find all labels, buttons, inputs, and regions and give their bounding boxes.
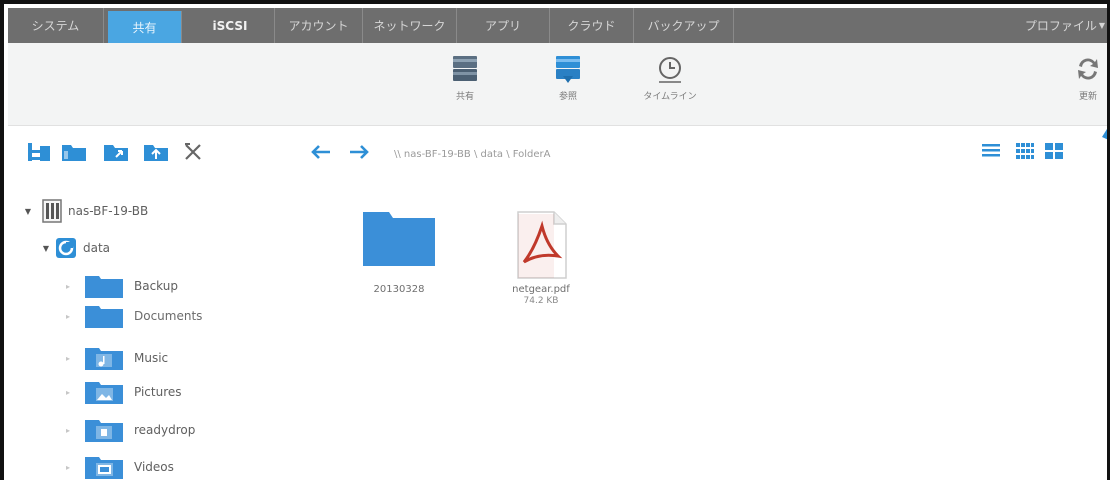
tree-node-videos[interactable]: ▸ Videos (62, 452, 174, 480)
upload-icon[interactable] (1102, 127, 1110, 147)
timeline-button[interactable]: タイムライン (638, 54, 702, 102)
pictures-folder-icon (85, 382, 123, 404)
folder-icon (85, 306, 123, 328)
tree-label-data: data (83, 241, 111, 255)
folder-move-icon[interactable] (102, 141, 130, 163)
tree-node-readydrop[interactable]: ▸ readydrop (62, 415, 195, 445)
expand-arrow-icon[interactable]: ▸ (62, 354, 74, 363)
tree-node-root[interactable]: ▼ nas-BF-19-BB (22, 196, 148, 226)
tab-network[interactable]: ネットワーク (363, 8, 457, 43)
path-breadcrumb[interactable]: \\ nas-BF-19-BB \ data \ FolderA (394, 149, 550, 160)
expand-arrow-icon[interactable]: ▸ (62, 426, 74, 435)
tree-label-readydrop: readydrop (134, 423, 196, 437)
folder-icon[interactable] (60, 141, 88, 163)
profile-label: プロファイル (1024, 19, 1097, 33)
tree-node-backup[interactable]: ▸ Backup (62, 271, 178, 301)
tree-label-pictures: Pictures (134, 385, 182, 399)
tree-label-root: nas-BF-19-BB (68, 204, 149, 218)
volume-icon (56, 238, 76, 258)
tree-node-volume-data[interactable]: ▼ data (40, 233, 110, 263)
tab-iscsi[interactable]: iSCSI (186, 8, 275, 43)
tree-label-videos: Videos (134, 460, 174, 474)
browse-label: 参照 (558, 92, 577, 102)
tree-node-music[interactable]: ▸ Music (62, 343, 168, 373)
close-icon[interactable] (182, 141, 204, 163)
main-toolbar: 共有 参照 タイムライン 更新 (8, 43, 1107, 126)
tree-toggle-icon[interactable] (26, 141, 52, 163)
back-arrow-icon[interactable] (310, 144, 332, 160)
tree-node-pictures[interactable]: ▸ Pictures (62, 377, 182, 407)
tab-system[interactable]: システム (8, 8, 104, 43)
expand-arrow-icon[interactable]: ▸ (62, 282, 74, 291)
expand-arrow-icon[interactable]: ▼ (40, 244, 52, 253)
selection-highlight (98, 301, 328, 331)
pdf-file-icon (517, 211, 567, 279)
pdf-file-size: 74.2 KB (523, 296, 559, 306)
tab-cloud[interactable]: クラウド (550, 8, 634, 43)
refresh-button[interactable]: 更新 (1068, 54, 1107, 102)
folder-upload-icon[interactable] (142, 141, 170, 163)
browse-icon (556, 56, 580, 83)
profile-menu[interactable]: プロファイル ▼ (1024, 8, 1107, 43)
timeline-icon (659, 57, 681, 83)
tree-label-documents: Documents (134, 309, 203, 323)
readydrop-folder-icon (85, 420, 123, 442)
tab-accounts[interactable]: アカウント (275, 8, 363, 43)
app-window: システム 共有 iSCSI アカウント ネットワーク アプリ クラウド バックア… (0, 0, 1110, 480)
browse-button[interactable]: 参照 (536, 54, 600, 102)
small-grid-view-icon[interactable] (1015, 142, 1035, 160)
file-browser-content: 20130328 netgear.pdf 74.2 KB (344, 184, 1107, 480)
refresh-label: 更新 (1078, 92, 1097, 102)
folder-name: 20130328 (373, 284, 425, 295)
tab-backup[interactable]: バックアップ (634, 8, 734, 43)
shares-label: 共有 (455, 92, 474, 102)
shares-icon (453, 56, 477, 81)
tree-label-backup: Backup (134, 279, 178, 293)
expand-arrow-icon[interactable]: ▸ (62, 388, 74, 397)
expand-arrow-icon[interactable]: ▼ (22, 207, 34, 216)
list-view-icon[interactable] (981, 142, 1001, 160)
folder-icon (363, 212, 435, 266)
pdf-file-item[interactable]: netgear.pdf 74.2 KB (486, 208, 596, 306)
tab-apps[interactable]: アプリ (457, 8, 550, 43)
folder-tree: ▼ nas-BF-19-BB ▼ data ▸ Backup ▸ Documen… (8, 184, 343, 480)
pdf-file-name: netgear.pdf (512, 284, 570, 295)
path-bar: \\ nas-BF-19-BB \ data \ FolderA (8, 127, 1110, 183)
refresh-icon (1078, 58, 1098, 80)
nas-device-icon (42, 199, 62, 223)
large-grid-view-icon[interactable] (1044, 142, 1064, 160)
videos-folder-icon (85, 457, 123, 479)
forward-arrow-icon[interactable] (348, 144, 370, 160)
chevron-down-icon: ▼ (1098, 21, 1105, 30)
tree-node-documents[interactable]: ▸ Documents (62, 301, 342, 331)
timeline-label: タイムライン (643, 92, 697, 102)
music-folder-icon (85, 348, 123, 370)
expand-arrow-icon[interactable]: ▸ (62, 312, 74, 321)
folder-icon (85, 276, 123, 298)
folder-item[interactable]: 20130328 (344, 208, 454, 295)
expand-arrow-icon[interactable]: ▸ (62, 463, 74, 472)
main-nav: システム 共有 iSCSI アカウント ネットワーク アプリ クラウド バックア… (8, 8, 1107, 43)
shares-button[interactable]: 共有 (433, 54, 497, 102)
tab-shares[interactable]: 共有 (108, 11, 182, 43)
tree-label-music: Music (134, 351, 169, 365)
